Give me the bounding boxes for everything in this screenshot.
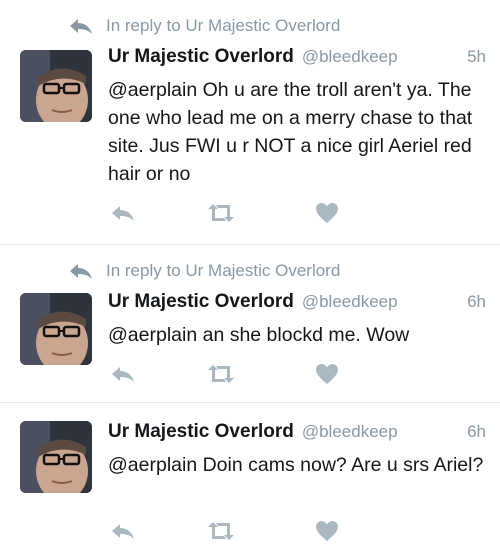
like-icon	[316, 521, 338, 541]
avatar[interactable]	[20, 293, 92, 365]
tweet[interactable]: In reply to Ur Majestic Overlord Ur Maje…	[0, 0, 500, 244]
author-name[interactable]: Ur Majestic Overlord	[108, 291, 294, 313]
author-name[interactable]: Ur Majestic Overlord	[108, 46, 294, 68]
reply-button[interactable]	[108, 202, 138, 224]
tweet-text: @aerplain Oh u are the troll aren't ya. …	[108, 79, 473, 185]
tweet-text: @aerplain an she blockd me. Wow	[108, 324, 410, 346]
retweet-button[interactable]	[204, 202, 238, 224]
author-handle[interactable]: @bleedkeep	[302, 292, 398, 312]
reply-arrow-icon	[70, 264, 92, 279]
avatar-photo	[20, 421, 92, 493]
retweet-button[interactable]	[204, 363, 238, 385]
reply-button[interactable]	[108, 520, 138, 542]
avatar-photo	[20, 50, 92, 122]
retweet-icon	[208, 522, 234, 540]
like-button[interactable]	[312, 202, 342, 224]
avatar[interactable]	[20, 50, 92, 122]
retweet-icon	[208, 365, 234, 383]
in-reply-to-line[interactable]: In reply to Ur Majestic Overlord	[68, 259, 340, 283]
reply-to-text: In reply to Ur Majestic Overlord	[106, 16, 341, 35]
author-name[interactable]: Ur Majestic Overlord	[108, 421, 294, 443]
like-button[interactable]	[312, 363, 342, 385]
like-icon	[316, 364, 338, 384]
reply-button[interactable]	[108, 363, 138, 385]
reply-to-text: In reply to Ur Majestic Overlord	[106, 261, 341, 280]
retweet-icon	[208, 204, 234, 222]
tweet-feed: In reply to Ur Majestic Overlord Ur Maje…	[0, 0, 500, 545]
reply-arrow-icon	[70, 19, 92, 34]
avatar-photo	[20, 293, 92, 365]
author-handle[interactable]: @bleedkeep	[302, 422, 398, 442]
tweet[interactable]: In reply to Ur Majestic Overlord Ur Maje…	[0, 244, 500, 403]
author-handle[interactable]: @bleedkeep	[302, 47, 398, 67]
timestamp[interactable]: 6h	[467, 292, 486, 312]
retweet-button[interactable]	[204, 520, 238, 542]
tweet-text: @aerplain Doin cams now? Are u srs Ariel…	[108, 454, 484, 476]
reply-icon	[112, 524, 134, 539]
tweet[interactable]: Ur Majestic Overlord @bleedkeep 6h @aerp…	[0, 402, 500, 546]
like-icon	[316, 203, 338, 223]
reply-icon	[112, 367, 134, 382]
timestamp[interactable]: 5h	[467, 47, 486, 67]
in-reply-to-line[interactable]: In reply to Ur Majestic Overlord	[68, 14, 340, 38]
timestamp[interactable]: 6h	[467, 422, 486, 442]
like-button[interactable]	[312, 520, 342, 542]
reply-icon	[112, 206, 134, 221]
avatar[interactable]	[20, 421, 92, 493]
